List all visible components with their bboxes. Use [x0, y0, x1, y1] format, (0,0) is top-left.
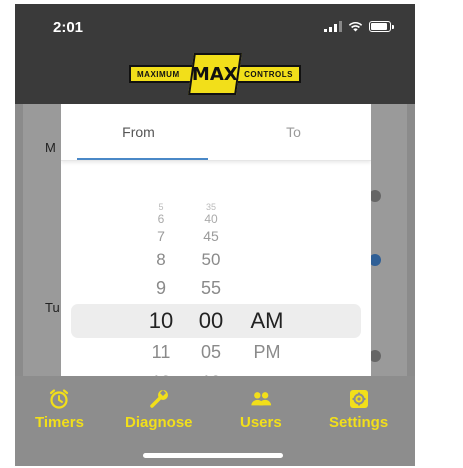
nav-users-label: Users: [240, 414, 282, 431]
minute-option[interactable]: 05: [181, 342, 241, 363]
nav-timers[interactable]: Timers: [35, 388, 84, 431]
from-to-tabs: From To: [61, 104, 371, 161]
tab-to-label: To: [286, 124, 301, 140]
minute-option[interactable]: 55: [181, 278, 241, 299]
logo-max-badge: MAX: [188, 53, 242, 95]
meridiem-option[interactable]: AM: [237, 308, 297, 334]
gear-icon: [348, 388, 370, 410]
nav-diagnose-label: Diagnose: [125, 414, 193, 431]
logo-right-text: CONTROLS: [244, 69, 293, 79]
phone-screen: 2:01 MAXIMUM CONTROLS MAX M Tu From To 5…: [15, 4, 415, 466]
tab-from[interactable]: From: [61, 104, 216, 160]
minute-option[interactable]: 45: [181, 228, 241, 244]
wifi-icon: [348, 21, 363, 32]
status-icons: [324, 21, 394, 32]
logo-center-text: MAX: [192, 63, 238, 85]
nav-users[interactable]: Users: [240, 388, 282, 431]
minute-option[interactable]: 50: [181, 250, 241, 270]
signal-icon: [324, 21, 342, 32]
meridiem-wheel[interactable]: AM PM: [237, 160, 297, 376]
nav-settings[interactable]: Settings: [329, 388, 388, 431]
minute-option[interactable]: 00: [181, 308, 241, 334]
minute-wheel[interactable]: 3540455055000510: [181, 160, 241, 376]
logo-left-text: MAXIMUM: [137, 69, 180, 79]
alarm-clock-icon: [48, 388, 70, 410]
day-label-monday: M: [45, 140, 56, 155]
wrench-icon: [148, 388, 170, 410]
battery-icon: [369, 21, 394, 32]
minute-option[interactable]: 35: [181, 202, 241, 212]
tab-to[interactable]: To: [216, 104, 371, 160]
app-header: 2:01 MAXIMUM CONTROLS MAX: [15, 4, 415, 104]
users-icon: [250, 388, 272, 410]
time-picker-modal: From To 56789101112 3540455055000510 AMP…: [61, 104, 371, 376]
minute-option[interactable]: 40: [181, 212, 241, 226]
nav-settings-label: Settings: [329, 414, 389, 431]
nav-diagnose[interactable]: Diagnose: [125, 388, 193, 431]
meridiem-option[interactable]: PM: [237, 342, 297, 363]
day-label-tuesday: Tu: [45, 300, 60, 315]
bottom-tab-bar: Timers Diagnose Users Settings: [15, 376, 415, 466]
status-time: 2:01: [53, 19, 84, 36]
time-wheel-picker[interactable]: 56789101112 3540455055000510 AMPM: [61, 160, 371, 376]
home-indicator[interactable]: [143, 453, 283, 458]
brand-logo: MAXIMUM CONTROLS MAX: [129, 53, 301, 95]
tab-from-label: From: [122, 124, 155, 140]
nav-timers-label: Timers: [35, 414, 84, 431]
